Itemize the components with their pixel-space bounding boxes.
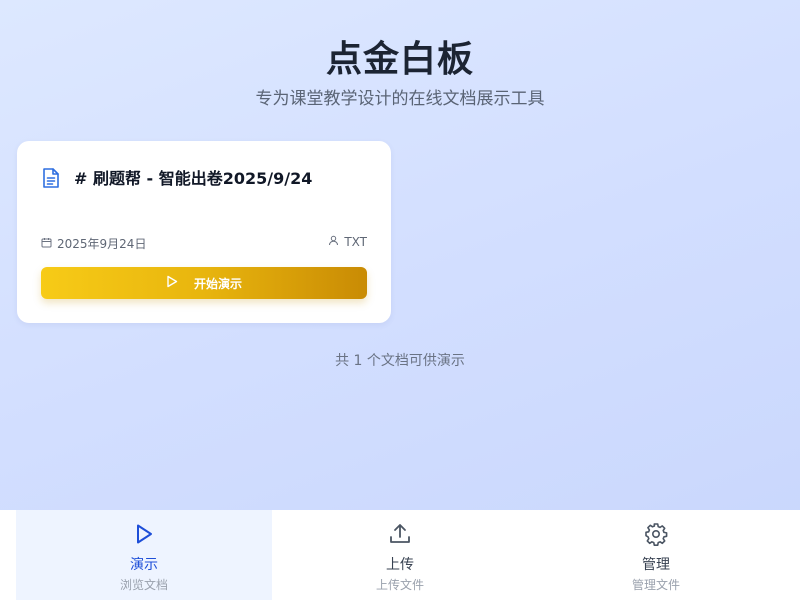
- start-presentation-button[interactable]: 开始演示: [41, 267, 367, 299]
- document-icon: [41, 167, 61, 189]
- document-date-text: 2025年9月24日: [57, 237, 147, 251]
- nav-item-present-label: 演示: [130, 557, 158, 573]
- upload-icon: [388, 522, 412, 550]
- document-type-text: TXT: [344, 235, 367, 249]
- nav-item-upload[interactable]: 上传 上传文件: [272, 510, 528, 600]
- nav-item-present-sublabel: 浏览文档: [119, 578, 168, 592]
- app-title: 点金白板: [325, 39, 474, 80]
- nav-item-manage-label: 管理: [642, 557, 670, 573]
- gear-icon: [644, 522, 668, 550]
- nav-item-present[interactable]: 演示 浏览文档: [16, 510, 272, 600]
- document-title: # 刷题帮 - 智能出卷2025/9/24: [74, 169, 313, 188]
- play-icon: [132, 522, 156, 550]
- user-icon: [328, 235, 344, 249]
- nav-item-upload-sublabel: 上传文件: [375, 578, 424, 592]
- document-card[interactable]: # 刷题帮 - 智能出卷2025/9/24 2025年9月24日 TXT 开始演…: [17, 141, 391, 323]
- app-subtitle: 专为课堂教学设计的在线文档展示工具: [255, 89, 545, 109]
- bottom-nav: 演示 浏览文档 上传 上传文件 管理 管理文件: [0, 510, 800, 600]
- play-icon: [166, 275, 194, 291]
- start-presentation-label: 开始演示: [193, 276, 242, 291]
- nav-item-upload-label: 上传: [386, 557, 414, 573]
- nav-item-manage[interactable]: 管理 管理文件: [528, 510, 784, 600]
- document-count: 共 1 个文档可供演示: [335, 353, 465, 369]
- nav-item-manage-sublabel: 管理文件: [631, 578, 680, 592]
- document-type: TXT: [328, 235, 367, 249]
- calendar-icon: [41, 237, 57, 251]
- document-date: 2025年9月24日: [41, 235, 146, 252]
